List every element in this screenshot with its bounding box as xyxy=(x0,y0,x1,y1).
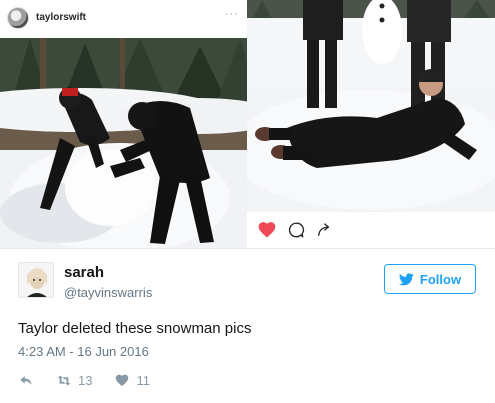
follow-button-label: Follow xyxy=(419,271,462,287)
snow-scene-left-image xyxy=(0,38,247,248)
tweet-text: Taylor deleted these snowman pics xyxy=(18,320,252,337)
like-button[interactable]: 11 xyxy=(114,373,150,388)
snowman-photo-left[interactable] xyxy=(0,38,247,248)
follow-button[interactable]: Follow xyxy=(384,264,476,294)
avatar[interactable] xyxy=(18,262,54,298)
like-count: 11 xyxy=(136,372,150,388)
reply-button[interactable] xyxy=(18,373,34,388)
avatar-image xyxy=(19,263,53,297)
snowman-photo-right[interactable] xyxy=(247,0,495,212)
comment-icon[interactable] xyxy=(287,221,305,239)
instagram-post-header: taylorswift ··· xyxy=(0,0,247,38)
retweet-button[interactable]: 13 xyxy=(56,373,92,388)
twitter-bird-icon xyxy=(398,272,414,285)
more-options-icon[interactable]: ··· xyxy=(225,8,239,20)
reply-icon xyxy=(20,375,32,385)
tweet-actions: 13 11 xyxy=(18,372,150,388)
section-divider xyxy=(0,248,495,249)
snow-scene-right-image xyxy=(247,0,495,212)
instagram-avatar[interactable] xyxy=(7,7,29,29)
tweet-author-name[interactable]: sarah xyxy=(64,264,104,281)
tweet-author-handle[interactable]: @tayvinswarris xyxy=(64,285,152,300)
retweet-icon xyxy=(57,375,71,385)
instagram-actions-bar xyxy=(247,212,495,248)
instagram-username[interactable]: taylorswift xyxy=(36,12,86,23)
tweet-timestamp[interactable]: 4:23 AM - 16 Jun 2016 xyxy=(18,344,149,359)
heart-icon xyxy=(116,374,129,386)
heart-icon[interactable] xyxy=(257,220,277,240)
retweet-count: 13 xyxy=(78,372,93,388)
share-icon[interactable] xyxy=(315,221,333,239)
